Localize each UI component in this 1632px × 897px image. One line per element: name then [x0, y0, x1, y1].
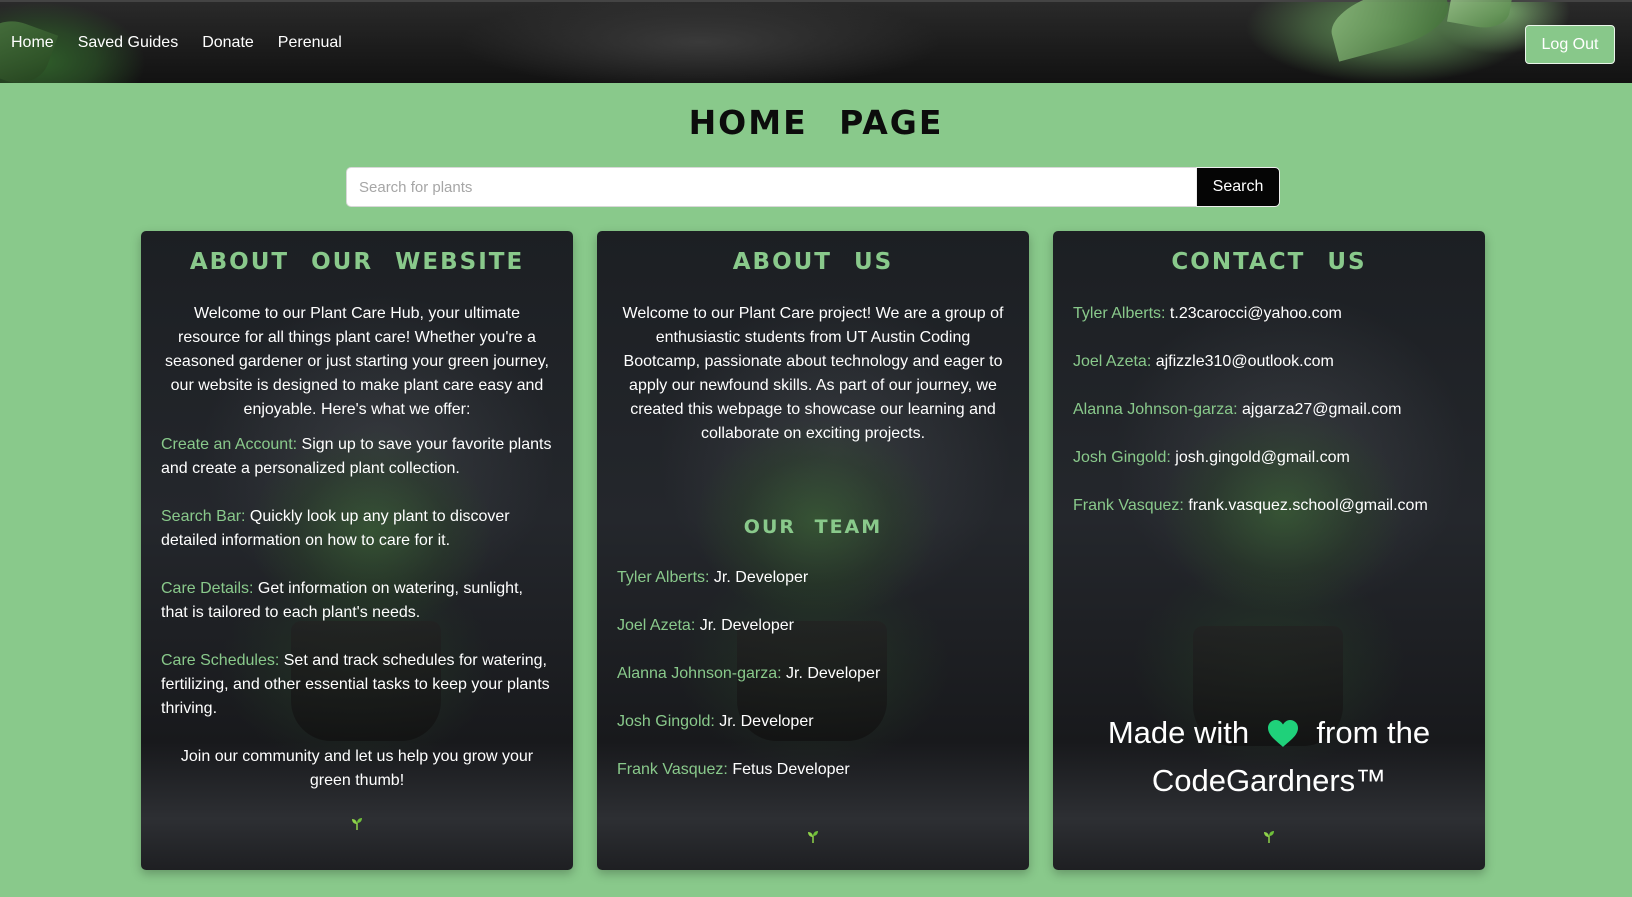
search-button[interactable]: Search	[1196, 167, 1280, 207]
team-member-name: Frank Vasquez:	[617, 761, 728, 778]
sprout-icon	[352, 818, 362, 830]
brand-name: CodeGardners™	[1151, 763, 1387, 798]
contact-us-title: CONTACT US	[1171, 249, 1367, 275]
about-website-card: ABOUT OUR WEBSITE Welcome to our Plant C…	[141, 231, 573, 870]
sprout-icon	[1264, 831, 1274, 843]
feature-item: Create an Account: Sign up to save your …	[161, 433, 553, 481]
contact-email[interactable]: frank.vasquez.school@gmail.com	[1184, 497, 1427, 514]
feature-item: Care Schedules: Set and track schedules …	[161, 649, 553, 721]
team-member-name: Josh Gingold:	[617, 713, 715, 730]
nav-link-home[interactable]: Home	[11, 34, 54, 52]
team-member-role: Fetus Developer	[727, 761, 850, 778]
team-member-role: Jr. Developer	[695, 617, 794, 634]
contact-item: Joel Azeta: ajfizzle310@outlook.com	[1073, 350, 1334, 374]
navbar-leaf-decoration	[1446, 0, 1514, 32]
feature-label: Care Details:	[161, 580, 254, 597]
sprout-icon	[808, 831, 818, 843]
team-member-name: Alanna Johnson-garza:	[617, 665, 782, 682]
contact-item: Josh Gingold: josh.gingold@gmail.com	[1073, 446, 1350, 470]
contact-item: Tyler Alberts: t.23carocci@yahoo.com	[1073, 302, 1342, 326]
about-us-card: ABOUT US Welcome to our Plant Care proje…	[597, 231, 1029, 870]
about-website-intro: Welcome to our Plant Care Hub, your ulti…	[165, 305, 549, 418]
team-member: Joel Azeta: Jr. Developer	[617, 614, 794, 638]
contact-email[interactable]: ajfizzle310@outlook.com	[1151, 353, 1334, 370]
feature-item: Care Details: Get information on waterin…	[161, 577, 553, 625]
search-bar: Search	[346, 167, 1280, 207]
team-member-role: Jr. Developer	[709, 569, 809, 586]
nav-link-perenual[interactable]: Perenual	[278, 34, 342, 52]
team-member-name: Tyler Alberts:	[617, 569, 710, 586]
navbar-leaf-decoration	[1324, 0, 1456, 62]
contact-name: Frank Vasquez:	[1073, 497, 1184, 514]
logout-button[interactable]: Log Out	[1525, 25, 1615, 64]
page-title: HOME PAGE	[688, 103, 944, 142]
search-input[interactable]	[346, 167, 1196, 207]
team-member-role: Jr. Developer	[714, 713, 814, 730]
feature-label: Search Bar:	[161, 508, 246, 525]
team-member: Frank Vasquez: Fetus Developer	[617, 758, 850, 782]
team-member: Tyler Alberts: Jr. Developer	[617, 566, 808, 590]
team-member: Josh Gingold: Jr. Developer	[617, 710, 814, 734]
contact-name: Josh Gingold:	[1073, 449, 1171, 466]
about-website-outro: Join our community and let us help you g…	[180, 748, 534, 789]
contact-email[interactable]: josh.gingold@gmail.com	[1171, 449, 1350, 466]
contact-item: Alanna Johnson-garza: ajgarza27@gmail.co…	[1073, 398, 1401, 422]
made-with-credit: Made with from the CodeGardners™	[1053, 709, 1485, 805]
contact-name: Tyler Alberts:	[1073, 305, 1166, 322]
about-us-intro: Welcome to our Plant Care project! We ar…	[622, 305, 1004, 442]
team-member-role: Jr. Developer	[781, 665, 881, 682]
contact-name: Joel Azeta:	[1073, 353, 1152, 370]
about-us-title: ABOUT US	[732, 249, 894, 275]
contact-item: Frank Vasquez: frank.vasquez.school@gmai…	[1073, 494, 1428, 518]
contact-email[interactable]: ajgarza27@gmail.com	[1238, 401, 1401, 418]
navbar: Home Saved Guides Donate Perenual Log Ou…	[0, 0, 1632, 93]
contact-us-card: CONTACT US Tyler Alberts: t.23carocci@ya…	[1053, 231, 1485, 870]
nav-links: Home Saved Guides Donate Perenual	[11, 34, 366, 52]
team-member-name: Joel Azeta:	[617, 617, 696, 634]
nav-link-saved-guides[interactable]: Saved Guides	[78, 34, 179, 52]
feature-label: Care Schedules:	[161, 652, 280, 669]
made-with-suffix: from the	[1316, 715, 1431, 750]
feature-item: Search Bar: Quickly look up any plant to…	[161, 505, 553, 553]
feature-label: Create an Account:	[161, 436, 298, 453]
made-with-prefix: Made with	[1107, 715, 1250, 750]
nav-link-donate[interactable]: Donate	[202, 34, 254, 52]
our-team-title: OUR TEAM	[743, 516, 883, 538]
team-member: Alanna Johnson-garza: Jr. Developer	[617, 662, 880, 686]
navbar-leaf-decoration	[0, 11, 59, 93]
contact-email[interactable]: t.23carocci@yahoo.com	[1165, 305, 1342, 322]
about-website-title: ABOUT OUR WEBSITE	[189, 249, 525, 275]
contact-name: Alanna Johnson-garza:	[1073, 401, 1238, 418]
heart-icon	[1267, 720, 1298, 747]
